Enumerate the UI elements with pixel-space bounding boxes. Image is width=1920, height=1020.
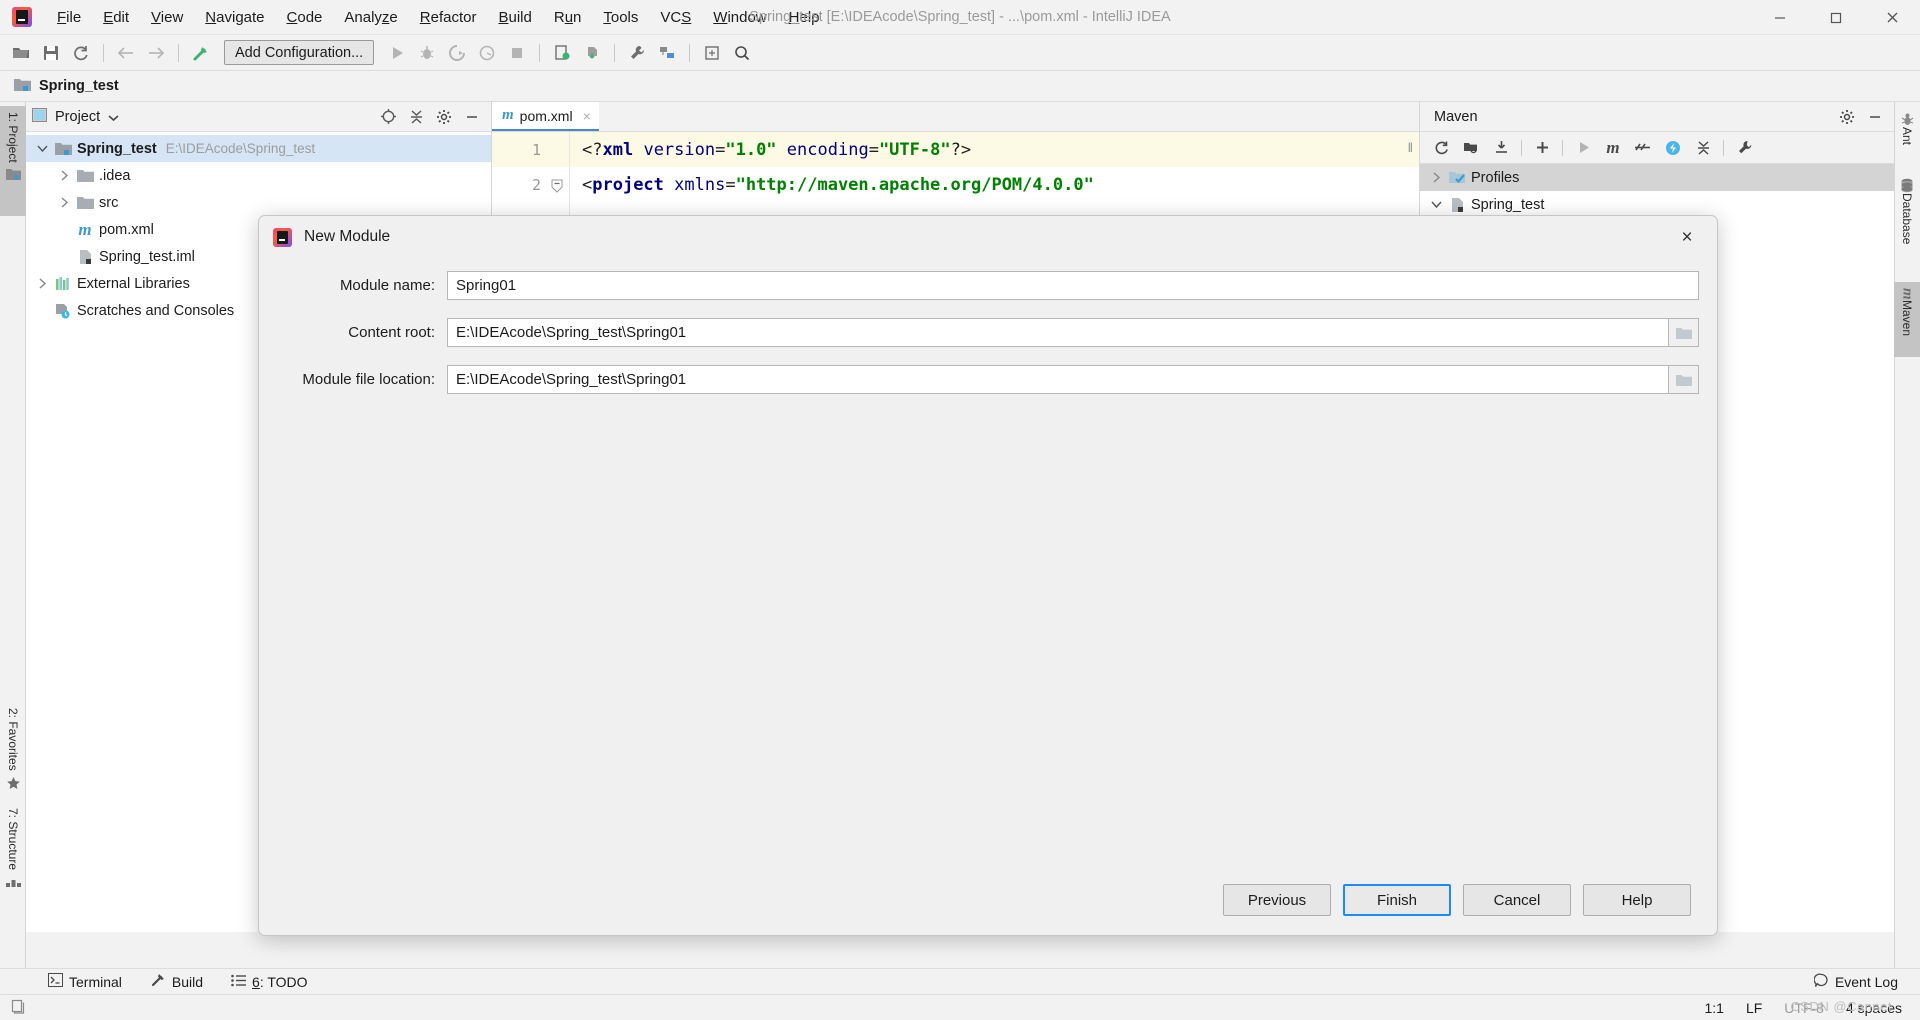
intellij-idea-logo bbox=[273, 227, 292, 247]
close-icon[interactable]: × bbox=[1671, 224, 1703, 252]
dialog-title-bar: New Module × bbox=[259, 216, 1717, 258]
field-label-module-name: Module name: bbox=[339, 277, 435, 294]
finish-button[interactable]: Finish bbox=[1343, 884, 1451, 916]
module-name-input[interactable]: Spring01 bbox=[447, 271, 1699, 300]
intellij-idea-window: File Edit View Navigate Code Analyze Refactor B… bbox=[0, 0, 1920, 1020]
dialog-body: Module name: Spring01 Content root: E:\IDEA… bbox=[259, 258, 1717, 399]
browse-folder-icon[interactable] bbox=[1669, 318, 1699, 347]
help-button[interactable]: Help bbox=[1583, 884, 1691, 916]
dialog-field-row-content-root: Content root: E:\IDEAcode\Spring_test\Spr… bbox=[277, 313, 1699, 352]
modal-overlay: New Module × Module name: Spring01 Content… bbox=[0, 0, 1920, 1020]
dialog-field-row-module-file-location: Module file location: E:\IDEAcode\Spring_… bbox=[277, 360, 1699, 399]
dialog-title: New Module bbox=[304, 228, 391, 245]
browse-folder-icon[interactable] bbox=[1669, 365, 1699, 394]
content-root-input[interactable]: E:\IDEAcode\Spring_test\Spring01 bbox=[447, 318, 1669, 347]
new-module-dialog: New Module × Module name: Spring01 Content… bbox=[258, 215, 1718, 936]
dialog-field-row-module-name: Module name: Spring01 bbox=[277, 266, 1699, 305]
previous-button[interactable]: Previous bbox=[1223, 884, 1331, 916]
module-file-location-input[interactable]: E:\IDEAcode\Spring_test\Spring01 bbox=[447, 365, 1669, 394]
field-label-content-root: Content root: bbox=[348, 324, 435, 341]
cancel-button[interactable]: Cancel bbox=[1463, 884, 1571, 916]
field-label-module-file-location: Module file location: bbox=[302, 371, 435, 388]
dialog-footer: Previous Finish Cancel Help bbox=[259, 865, 1717, 935]
